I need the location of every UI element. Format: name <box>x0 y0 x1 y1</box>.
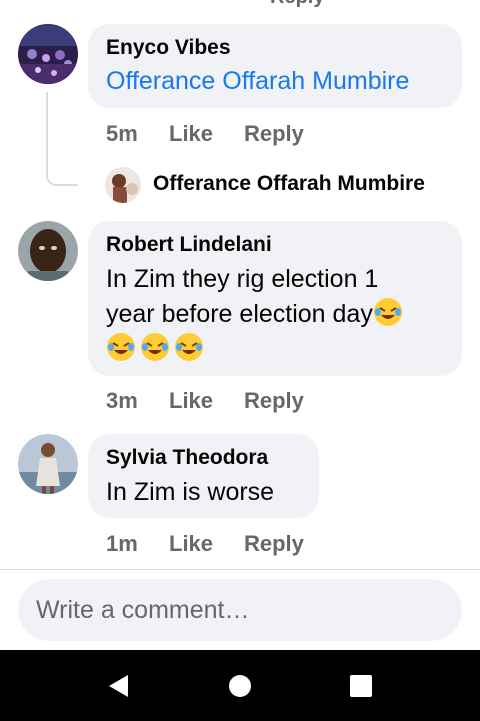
home-icon[interactable] <box>225 671 255 701</box>
rolling-on-floor-laughing-emoji <box>373 298 402 326</box>
comment-timestamp: 3m <box>106 388 138 413</box>
system-nav-bar <box>0 650 480 721</box>
like-button[interactable]: Like <box>169 121 213 147</box>
rolling-on-floor-laughing-emoji <box>107 333 135 361</box>
reply-button[interactable]: Reply <box>244 121 304 147</box>
comment-input[interactable] <box>36 579 446 641</box>
comment-author[interactable]: Robert Lindelani <box>106 233 272 257</box>
comment-author[interactable]: Enyco Vibes <box>106 36 231 60</box>
like-button[interactable]: Like <box>169 531 213 557</box>
reply-button[interactable]: Reply <box>244 388 304 414</box>
rolling-on-floor-laughing-emoji <box>141 333 169 361</box>
recents-icon[interactable] <box>346 671 376 701</box>
comment-text: In Zim is worse <box>106 478 275 506</box>
comment-timestamp: 5m <box>106 121 138 146</box>
composer-divider <box>0 569 480 570</box>
reply-thread-line <box>46 92 78 186</box>
reply-button[interactable]: Reply <box>244 531 304 557</box>
avatar-offerance-offarah-mumbire[interactable] <box>105 167 141 203</box>
mention-link[interactable]: Offerance Offarah Mumbire <box>106 67 409 96</box>
avatar-robert-lindelani[interactable] <box>18 221 78 281</box>
comment-text: year before election day <box>106 300 373 328</box>
avatar-sylvia-theodora[interactable] <box>18 434 78 494</box>
comment-timestamp: 1m <box>106 531 138 556</box>
avatar-enyco-vibes[interactable] <box>18 24 78 84</box>
rolling-on-floor-laughing-emoji <box>175 333 203 361</box>
like-button[interactable]: Like <box>169 388 213 414</box>
comment-author[interactable]: Sylvia Theodora <box>106 446 268 470</box>
comment-emoji-line <box>106 332 208 367</box>
comment-text-line: year before election day <box>106 297 407 332</box>
reply-preview-name[interactable]: Offerance Offarah Mumbire <box>153 172 425 196</box>
comment-text-line: In Zim they rig election 1 <box>106 265 379 293</box>
comment-composer[interactable] <box>18 579 462 641</box>
previous-reply-link-cutoff[interactable]: Reply <box>0 0 480 8</box>
back-icon[interactable] <box>104 671 134 701</box>
